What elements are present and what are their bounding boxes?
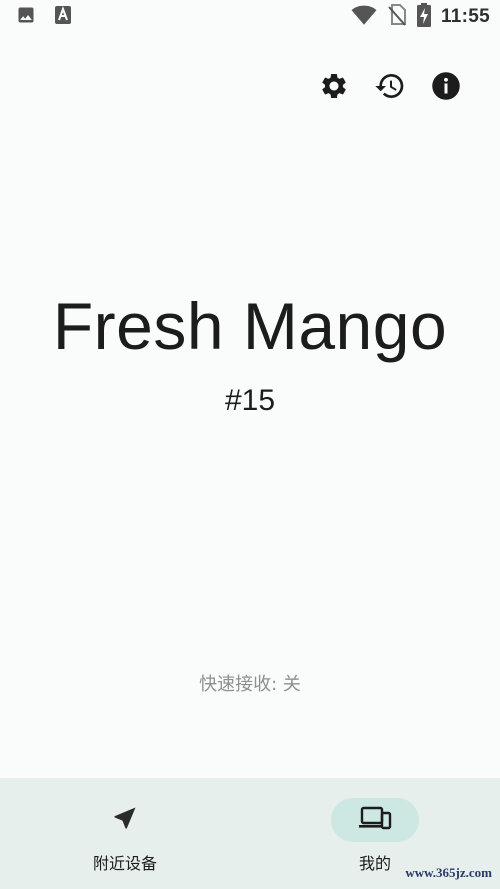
nav-item-nearby-devices[interactable]: 附近设备 (0, 778, 250, 889)
font-a-icon (54, 5, 72, 29)
quick-receive-status[interactable]: 快速接收: 关 (0, 670, 500, 696)
status-time: 11:55 (440, 6, 490, 27)
settings-icon (319, 71, 349, 105)
status-left (16, 5, 90, 29)
no-sim-icon (387, 4, 407, 30)
wifi-icon (351, 4, 377, 30)
top-actions (296, 70, 464, 106)
history-button[interactable] (372, 70, 408, 106)
nav-icon-container (81, 798, 169, 842)
history-icon (374, 70, 406, 106)
devices-icon (358, 804, 392, 836)
settings-button[interactable] (316, 70, 352, 106)
image-icon (16, 5, 36, 29)
app-screen: 11:55 Fresh Mango #15 快速接收: 关 附近设备 我的 ww… (0, 0, 500, 889)
device-name: Fresh Mango (52, 289, 448, 363)
nav-label-mine: 我的 (358, 854, 391, 873)
battery-charging-icon (416, 3, 431, 31)
nav-label-nearby-devices: 附近设备 (92, 854, 157, 873)
device-number: #15 (224, 384, 276, 417)
info-button[interactable] (428, 70, 464, 106)
navigation-arrow-icon (111, 804, 139, 836)
status-bar: 11:55 (0, 0, 500, 34)
info-icon (431, 71, 461, 105)
watermark-text: www.365jz.com (405, 865, 492, 880)
nav-icon-container-active (331, 798, 419, 842)
status-right: 11:55 (341, 3, 490, 31)
